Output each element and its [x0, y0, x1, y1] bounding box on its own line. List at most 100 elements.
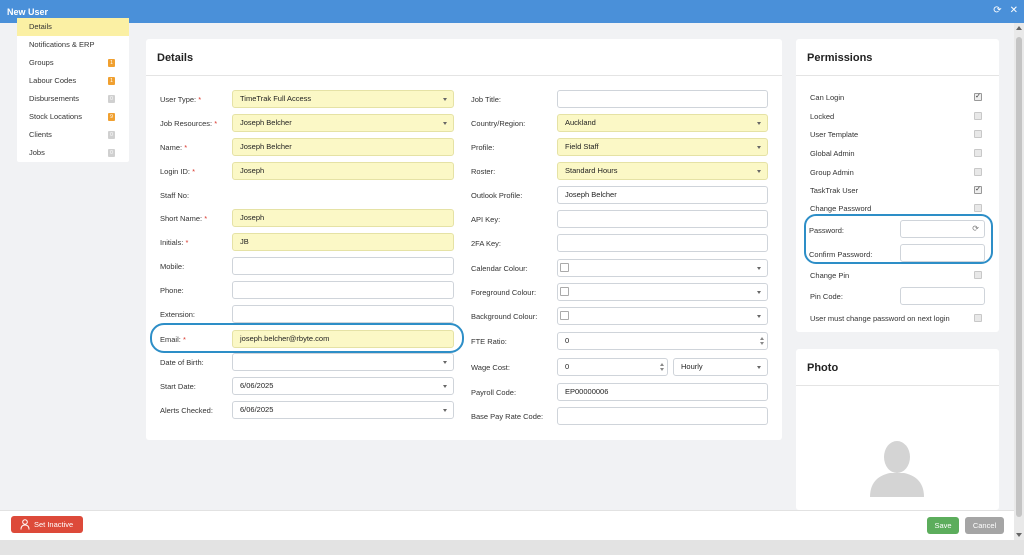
email-input[interactable]: joseph.belcher@rbyte.com — [232, 330, 454, 348]
chevron-down-icon — [443, 385, 447, 388]
scroll-down-arrow-icon[interactable] — [1016, 533, 1022, 537]
count-badge: 0 — [108, 131, 115, 139]
refresh-icon[interactable]: ⟳ — [993, 5, 1001, 17]
user-avatar-icon[interactable] — [868, 437, 926, 497]
login-id-input[interactable]: Joseph — [232, 162, 454, 180]
chevron-down-icon — [443, 361, 447, 364]
phone-input[interactable] — [232, 281, 454, 299]
name-input[interactable]: Joseph Belcher — [232, 138, 454, 156]
login-id-label: Login ID: * — [160, 167, 196, 176]
wage-cost-label: Wage Cost: — [471, 363, 510, 372]
start-date-label: Start Date: — [160, 382, 196, 391]
colour-swatch — [560, 263, 569, 272]
chevron-down-icon — [443, 122, 447, 125]
change-pin-checkbox[interactable] — [974, 271, 982, 279]
mobile-input[interactable] — [232, 257, 454, 275]
sidebar-item-details[interactable]: Details — [17, 18, 129, 36]
confirm-password-input[interactable] — [900, 244, 985, 262]
extension-input[interactable] — [232, 305, 454, 323]
set-inactive-button[interactable]: Set Inactive — [11, 516, 83, 533]
cancel-button[interactable]: Cancel — [965, 517, 1004, 534]
user-icon — [20, 519, 30, 530]
window-title: New User — [7, 6, 49, 17]
base-pay-rate-input[interactable] — [557, 407, 768, 425]
sidebar-item-notifications[interactable]: Notifications & ERP — [17, 36, 129, 54]
user-type-select[interactable]: TimeTrak Full Access — [232, 90, 454, 108]
outlook-profile-input[interactable]: Joseph Belcher — [557, 186, 768, 204]
change-password-checkbox[interactable] — [974, 204, 982, 212]
roster-label: Roster: — [471, 167, 496, 176]
initials-input[interactable]: JB — [232, 233, 454, 251]
payroll-code-label: Payroll Code: — [471, 388, 517, 397]
details-title: Details — [157, 52, 194, 64]
spin-down-icon — [660, 368, 664, 371]
scroll-up-arrow-icon[interactable] — [1016, 26, 1022, 30]
outlook-profile-label: Outlook Profile: — [471, 191, 523, 200]
background-colour-label: Background Colour: — [471, 312, 538, 321]
calendar-colour-label: Calendar Colour: — [471, 264, 528, 273]
foreground-colour-picker[interactable] — [557, 283, 768, 301]
background-colour-picker[interactable] — [557, 307, 768, 325]
password-input[interactable]: ⟳ — [900, 220, 985, 238]
alerts-checked-picker[interactable]: 6/06/2025 — [232, 401, 454, 419]
count-badge: 0 — [108, 95, 115, 103]
short-name-input[interactable]: Joseph — [232, 209, 454, 227]
sidebar-item-label: Jobs — [29, 148, 45, 157]
vertical-scrollbar[interactable] — [1014, 23, 1024, 540]
must-change-checkbox[interactable] — [974, 314, 982, 322]
job-title-input[interactable] — [557, 90, 768, 108]
can-login-checkbox[interactable]: ✓ — [974, 93, 982, 101]
chevron-down-icon — [757, 267, 761, 270]
chevron-down-icon — [443, 409, 447, 412]
count-badge: 1 — [108, 59, 115, 67]
group-admin-checkbox[interactable] — [974, 168, 982, 176]
permissions-title: Permissions — [807, 52, 873, 64]
refresh-icon[interactable]: ⟳ — [972, 221, 979, 237]
profile-select[interactable]: Field Staff — [557, 138, 768, 156]
window-titlebar: New User ⟳ ✕ — [0, 0, 1024, 23]
sidebar-item-clients[interactable]: Clients 0 — [17, 126, 129, 144]
api-key-label: API Key: — [471, 215, 501, 224]
count-badge: 9 — [108, 113, 115, 121]
user-template-checkbox[interactable] — [974, 130, 982, 138]
sidebar-item-stock-locations[interactable]: Stock Locations 9 — [17, 108, 129, 126]
perm-label: Can Login — [810, 93, 845, 102]
api-key-input[interactable] — [557, 210, 768, 228]
perm-label: TaskTrak User — [810, 186, 859, 195]
save-button[interactable]: Save — [927, 517, 959, 534]
sidebar-item-label: Stock Locations — [29, 112, 82, 121]
chevron-down-icon — [757, 291, 761, 294]
global-admin-checkbox[interactable] — [974, 149, 982, 157]
job-resources-select[interactable]: Joseph Belcher — [232, 114, 454, 132]
foreground-colour-label: Foreground Colour: — [471, 288, 537, 297]
set-inactive-label: Set Inactive — [34, 520, 74, 529]
pin-code-label: Pin Code: — [810, 292, 843, 301]
locked-checkbox[interactable] — [974, 112, 982, 120]
sidebar-item-labour-codes[interactable]: Labour Codes 1 — [17, 72, 129, 90]
sidebar-item-jobs[interactable]: Jobs 0 — [17, 144, 129, 162]
payroll-code-input[interactable]: EP00000006 — [557, 383, 768, 401]
country-select[interactable]: Auckland — [557, 114, 768, 132]
scrollbar-thumb[interactable] — [1016, 37, 1022, 517]
must-change-label: User must change password on next login — [810, 314, 950, 323]
start-date-picker[interactable]: 6/06/2025 — [232, 377, 454, 395]
wage-cost-stepper[interactable]: 0 — [557, 358, 668, 376]
close-icon[interactable]: ✕ — [1010, 5, 1018, 17]
dob-picker[interactable] — [232, 353, 454, 371]
sidebar-item-label: Disbursements — [29, 94, 80, 103]
profile-label: Profile: — [471, 143, 495, 152]
sidebar-item-disbursements[interactable]: Disbursements 0 — [17, 90, 129, 108]
chevron-down-icon — [757, 170, 761, 173]
pin-code-input[interactable] — [900, 287, 985, 305]
sidebar-item-label: Clients — [29, 130, 52, 139]
sidebar-item-groups[interactable]: Groups 1 — [17, 54, 129, 72]
calendar-colour-picker[interactable] — [557, 259, 768, 277]
perm-label: Change Password — [810, 204, 872, 213]
wage-unit-select[interactable]: Hourly — [673, 358, 768, 376]
fte-ratio-stepper[interactable]: 0 — [557, 332, 768, 350]
twofa-key-input[interactable] — [557, 234, 768, 252]
roster-select[interactable]: Standard Hours — [557, 162, 768, 180]
tasktrak-user-checkbox[interactable]: ✓ — [974, 186, 982, 194]
alerts-checked-label: Alerts Checked: — [160, 406, 213, 415]
chevron-down-icon — [443, 98, 447, 101]
